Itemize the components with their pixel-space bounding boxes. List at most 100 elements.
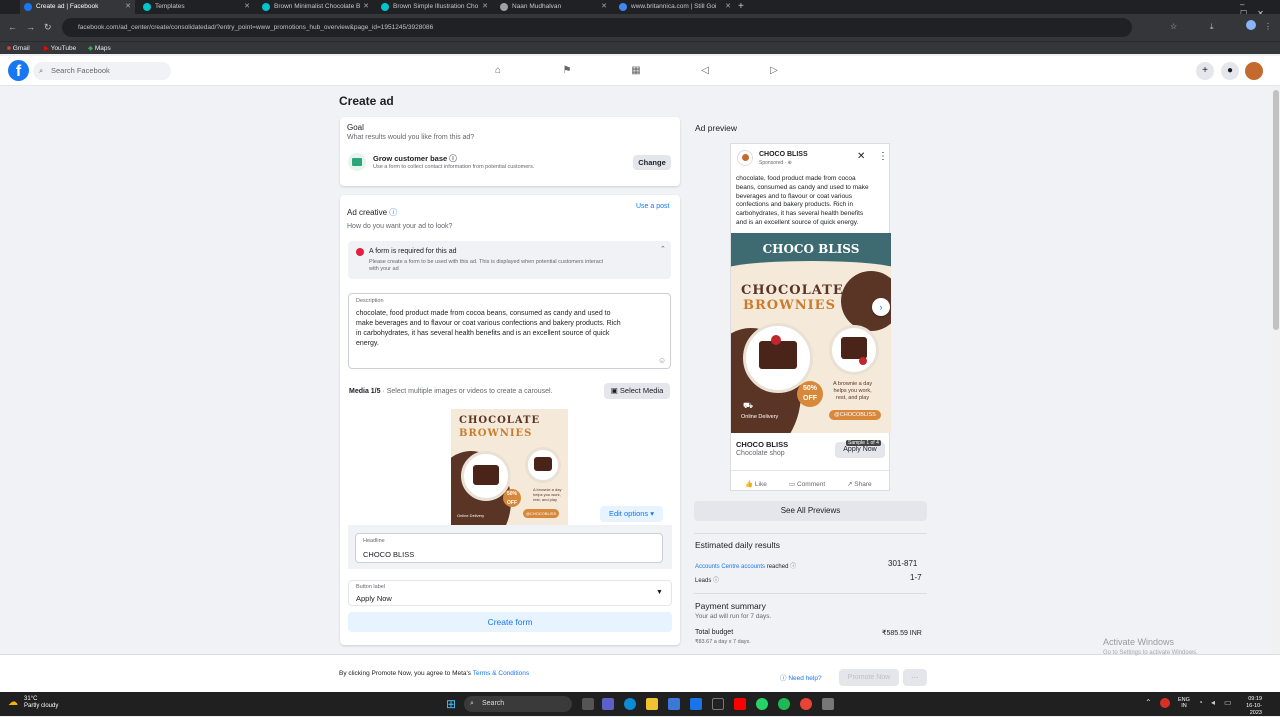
canva-favicon-icon — [381, 3, 389, 11]
use-post-link[interactable]: Use a post — [636, 203, 669, 210]
mail-icon[interactable] — [690, 698, 702, 710]
comment-action[interactable]: ▭ Comment — [789, 480, 825, 488]
button-label-select[interactable]: Button label Apply Now ▼ — [348, 580, 672, 606]
windows-start-icon[interactable]: ⊞ — [446, 697, 456, 711]
video-icon[interactable]: ▷ — [768, 65, 780, 77]
back-icon[interactable]: ← — [8, 22, 17, 32]
bookmark-maps[interactable]: ◆ Maps — [88, 43, 111, 54]
bookmark-star-icon[interactable]: ☆ — [1170, 22, 1177, 31]
close-tab-icon[interactable]: ✕ — [601, 0, 607, 14]
task-view-icon[interactable] — [582, 698, 594, 710]
facebook-header: f ⌕ Search Facebook ⌂ ⚑ ▦ ◁ ▷ + ● — [0, 56, 1280, 86]
clock[interactable]: 09:19 16-10-2023 — [1236, 696, 1262, 717]
tab-britannica[interactable]: www.britannica.com | Still Goi ✕ — [615, 0, 735, 14]
poster-strawberry — [771, 335, 781, 345]
battery-icon[interactable]: ▭ — [1224, 698, 1232, 707]
facebook-search-input[interactable]: ⌕ Search Facebook — [33, 62, 171, 80]
need-help-link[interactable]: ⓘ Need help? — [780, 672, 822, 682]
profile-avatar[interactable] — [1246, 20, 1256, 30]
menu-kebab-icon[interactable]: ⋮ — [1264, 22, 1272, 31]
more-options-button[interactable]: ··· — [903, 669, 927, 686]
estimated-results-heading: Estimated daily results — [695, 540, 781, 550]
weather-icon: ☁ — [8, 697, 18, 708]
info-icon[interactable]: ⓘ — [790, 564, 796, 570]
tab-templates[interactable]: Templates ✕ — [139, 0, 254, 14]
edit-options-button[interactable]: Edit options ▾ — [600, 506, 663, 522]
tray-chevron-icon[interactable]: ⌃ — [1145, 698, 1152, 707]
bookmark-gmail[interactable]: ■ Gmail — [7, 43, 30, 54]
change-goal-button[interactable]: Change — [633, 155, 671, 170]
description-label: Description — [356, 298, 384, 304]
language-indicator[interactable]: ENG IN — [1178, 697, 1190, 709]
terms-text: By clicking Promote Now, you agree to Me… — [339, 670, 530, 677]
reach-label: Accounts Centre accounts reached ⓘ — [695, 564, 797, 570]
preview-subline: Chocolate shop — [736, 450, 785, 457]
close-tab-icon[interactable]: ✕ — [125, 0, 131, 14]
close-tab-icon[interactable]: ✕ — [482, 0, 488, 14]
emoji-icon[interactable]: ☺ — [658, 356, 666, 365]
spotify-icon[interactable] — [778, 698, 790, 710]
close-tab-icon[interactable]: ✕ — [244, 0, 250, 14]
weather-widget[interactable]: 31°C Partly cloudy — [24, 696, 58, 710]
page-avatar[interactable] — [1245, 62, 1263, 80]
scooter-icon: ⛟ — [743, 401, 754, 410]
terms-link[interactable]: Terms & Conditions — [473, 670, 529, 677]
select-media-button[interactable]: ▣ Select Media — [604, 383, 670, 399]
bookmark-youtube[interactable]: ▶ YouTube — [44, 43, 76, 54]
help-icon: ⓘ — [780, 675, 787, 682]
carousel-next-icon[interactable]: › — [872, 298, 890, 316]
headline-input[interactable]: Headline CHOCO BLISS — [355, 533, 663, 563]
download-icon[interactable]: ⤓ — [1210, 22, 1214, 32]
edge-icon[interactable] — [624, 698, 636, 710]
share-action[interactable]: ↗ Share — [847, 480, 872, 488]
more-vertical-icon[interactable]: ⋮ — [878, 151, 888, 162]
forward-icon[interactable]: → — [26, 22, 35, 32]
facebook-logo[interactable]: f — [8, 60, 29, 81]
description-textarea[interactable]: Description chocolate, food product made… — [348, 293, 671, 369]
poster-discount-badge: 50% OFF — [797, 381, 823, 407]
promote-now-button[interactable]: Promote Now — [839, 669, 899, 686]
create-form-button[interactable]: Create form — [348, 612, 672, 632]
app-icon[interactable] — [822, 698, 834, 710]
file-explorer-icon[interactable] — [646, 698, 658, 710]
collapse-chevron-icon[interactable]: ⌃ — [660, 245, 666, 253]
help-circle-icon[interactable]: ⓘ — [389, 208, 397, 217]
amazon-icon[interactable] — [712, 698, 724, 710]
store-icon[interactable] — [668, 698, 680, 710]
info-icon[interactable]: ⓘ — [713, 578, 719, 584]
like-action[interactable]: 👍 Like — [745, 480, 767, 488]
media-thumbnail[interactable]: CHOCOLATE BROWNIES 50% OFF A brownie a da… — [451, 409, 568, 525]
close-tab-icon[interactable]: ✕ — [725, 0, 731, 14]
per-day-budget: ₹83.67 a day x 7 days. — [695, 639, 751, 645]
url-input[interactable]: facebook.com/ad_center/create/consolidat… — [62, 18, 1132, 37]
new-tab-button[interactable]: + — [738, 1, 744, 12]
taskbar-search[interactable]: ⌕ Search — [464, 696, 572, 712]
notifications-bell-icon[interactable]: ● — [1221, 62, 1239, 80]
see-all-previews-button[interactable]: See All Previews — [694, 501, 927, 521]
ad-center-icon[interactable]: ▦ — [630, 65, 642, 77]
volume-icon[interactable]: ◂ — [1211, 698, 1215, 707]
info-icon[interactable]: ⓘ — [449, 154, 457, 163]
wifi-icon[interactable]: ◔ — [1198, 698, 1203, 707]
preview-poster-image[interactable]: CHOCO BLISS CHOCOLATE BROWNIES 50% OFF A … — [731, 233, 891, 433]
tab-naan-mudhalvan[interactable]: Naan Mudhalvan ✕ — [496, 0, 611, 14]
page-scrollbar[interactable] — [1272, 86, 1280, 654]
youtube-app-icon[interactable] — [734, 698, 746, 710]
home-icon[interactable]: ⌂ — [492, 65, 504, 77]
whatsapp-icon[interactable] — [756, 698, 768, 710]
tab-brown-simple[interactable]: Brown Simple Illustration Cho ✕ — [377, 0, 492, 14]
canva-favicon-icon — [262, 3, 270, 11]
close-tab-icon[interactable]: ✕ — [363, 0, 369, 14]
chrome-icon[interactable] — [800, 698, 812, 710]
tray-app-icon[interactable] — [1160, 698, 1170, 708]
tab-brown-minimalist[interactable]: Brown Minimalist Chocolate B ✕ — [258, 0, 373, 14]
scrollbar-thumb[interactable] — [1273, 90, 1279, 330]
megaphone-icon[interactable]: ◁ — [699, 65, 711, 77]
share-icon: ↗ — [847, 481, 853, 488]
tab-create-ad[interactable]: Create ad | Facebook ✕ — [20, 0, 135, 14]
flag-icon[interactable]: ⚑ — [561, 65, 573, 77]
close-icon[interactable]: ✕ — [857, 151, 865, 162]
teams-icon[interactable] — [602, 698, 614, 710]
reload-icon[interactable]: ↻ — [44, 22, 52, 33]
create-plus-icon[interactable]: + — [1196, 62, 1214, 80]
